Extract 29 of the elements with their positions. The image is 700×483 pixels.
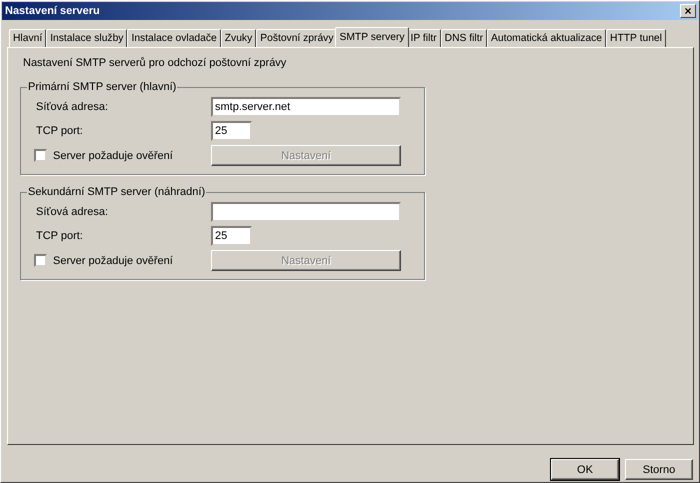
description-text: Nastavení SMTP serverů pro odchozí poštovní zprávy: [23, 57, 288, 69]
dialog-button[interactable]: OK: [551, 459, 619, 480]
checkbox[interactable]: [34, 149, 47, 162]
tab[interactable]: Hlavní: [9, 29, 46, 47]
tab[interactable]: DNS filtr: [440, 29, 487, 47]
tab[interactable]: Poštovní zprávy: [256, 29, 338, 47]
tab[interactable]: HTTP tunel: [606, 29, 666, 47]
tab[interactable]: Instalace ovladače: [127, 29, 221, 47]
address-field[interactable]: [211, 202, 401, 222]
address-field[interactable]: smtp.server.net: [211, 97, 401, 117]
checkbox-label: Server požaduje ověření: [53, 150, 173, 162]
tab[interactable]: SMTP servery: [335, 27, 409, 47]
dialog-button[interactable]: Storno: [625, 459, 693, 480]
field-label: Síťová adresa:: [36, 206, 109, 218]
window-title: Nastavení serveru: [5, 5, 100, 17]
field-label: Síťová adresa:: [36, 101, 109, 113]
tab[interactable]: IP filtr: [406, 29, 441, 47]
checkbox-label: Server požaduje ověření: [53, 254, 173, 266]
port-field[interactable]: 25: [211, 121, 252, 141]
close-button[interactable]: ×: [680, 4, 696, 18]
tab[interactable]: Instalace služby: [46, 29, 128, 47]
group-title: Primární SMTP server (hlavní): [27, 81, 178, 93]
field-label: TCP port:: [36, 230, 84, 242]
field-label: TCP port:: [36, 125, 84, 137]
tab[interactable]: Zvuky: [220, 29, 256, 47]
group-title: Sekundární SMTP server (náhradní): [27, 186, 206, 198]
tab[interactable]: Automatická aktualizace: [487, 29, 606, 47]
checkbox[interactable]: [34, 254, 47, 267]
port-field[interactable]: 25: [211, 226, 252, 246]
